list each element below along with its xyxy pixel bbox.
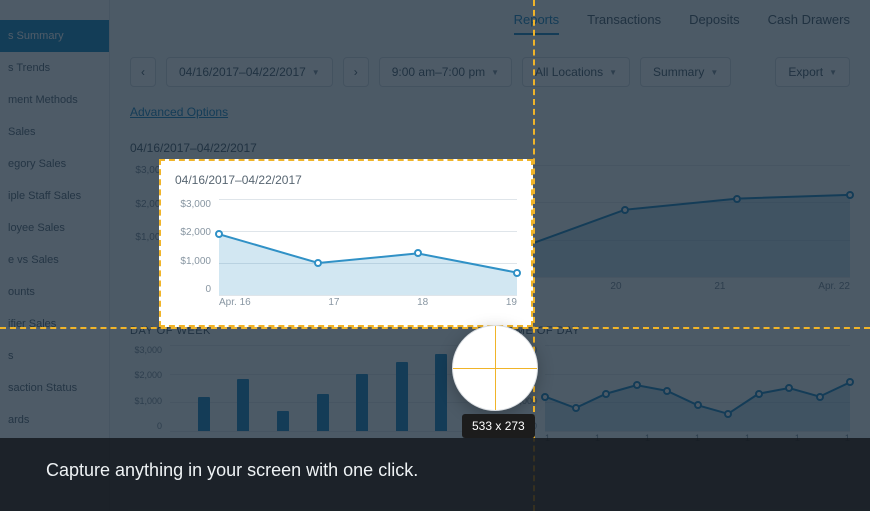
sidebar-item-trends[interactable]: s Trends	[0, 52, 109, 84]
export-button[interactable]: Export▼	[775, 57, 850, 87]
y-axis-labels: $3,000 $2,000 $1,000 0	[505, 345, 541, 431]
caption-bar: Capture anything in your screen with one…	[0, 438, 870, 511]
chart-plot-area	[170, 345, 475, 431]
chevron-left-icon: ‹	[141, 65, 145, 79]
prev-date-range-button[interactable]: ‹	[130, 57, 156, 87]
sidebar-nav: s Summary s Trends ment Methods Sales eg…	[0, 0, 110, 511]
sidebar-item-transaction-status[interactable]: saction Status	[0, 372, 109, 404]
chart-plot-area	[219, 199, 517, 295]
summary-mode-picker[interactable]: Summary▼	[640, 57, 731, 87]
tab-cash-drawers[interactable]: Cash Drawers	[768, 12, 850, 35]
location-picker[interactable]: All Locations▼	[522, 57, 630, 87]
chevron-right-icon: ›	[354, 65, 358, 79]
chart-title: 04/16/2017–04/22/2017	[175, 173, 517, 187]
filter-bar: ‹ 04/16/2017–04/22/2017▼ › 9:00 am–7:00 …	[130, 57, 850, 87]
chart-title: 04/16/2017–04/22/2017	[130, 141, 850, 155]
chevron-down-icon: ▼	[710, 68, 718, 77]
chevron-down-icon: ▼	[312, 68, 320, 77]
chart-plot-area	[545, 345, 850, 431]
chevron-down-icon: ▼	[609, 68, 617, 77]
next-date-range-button[interactable]: ›	[343, 57, 369, 87]
tab-transactions[interactable]: Transactions	[587, 12, 661, 35]
sidebar-item-discounts[interactable]: ounts	[0, 276, 109, 308]
chevron-down-icon: ▼	[491, 68, 499, 77]
chevron-down-icon: ▼	[829, 68, 837, 77]
y-axis-labels: $3,000 $2,000 $1,000 0	[175, 199, 215, 295]
capture-selection[interactable]: 04/16/2017–04/22/2017 $3,000 $2,000 $1,0…	[159, 159, 533, 327]
day-of-week-chart: DAY OF WEEK $3,000 $2,000 $1,000 0	[130, 325, 475, 445]
sidebar-item-misc[interactable]: s	[0, 340, 109, 372]
time-of-day-chart: TIME OF DAY $3,000 $2,000 $1,000 0 11	[505, 325, 850, 445]
sidebar-item-modifier-sales[interactable]: ifier Sales	[0, 308, 109, 340]
tab-reports[interactable]: Reports	[514, 12, 560, 35]
sidebar-item-employee-sales[interactable]: loyee Sales	[0, 212, 109, 244]
sidebar-item-cards[interactable]: ards	[0, 404, 109, 436]
x-axis-labels: Apr. 16171819	[219, 297, 517, 311]
time-range-picker[interactable]: 9:00 am–7:00 pm▼	[379, 57, 512, 87]
sidebar-item-category-sales[interactable]: egory Sales	[0, 148, 109, 180]
top-tabs: Reports Transactions Deposits Cash Drawe…	[130, 0, 850, 47]
chart-title: TIME OF DAY	[505, 325, 850, 337]
sidebar-item-payment-methods[interactable]: ment Methods	[0, 84, 109, 116]
tab-deposits[interactable]: Deposits	[689, 12, 740, 35]
sidebar-item-e-vs-sales[interactable]: e vs Sales	[0, 244, 109, 276]
date-range-picker[interactable]: 04/16/2017–04/22/2017▼	[166, 57, 333, 87]
sidebar-item-staff-sales[interactable]: iple Staff Sales	[0, 180, 109, 212]
caption-text: Capture anything in your screen with one…	[46, 460, 418, 480]
sidebar-item-sales[interactable]: Sales	[0, 116, 109, 148]
sidebar-item-summary[interactable]: s Summary	[0, 20, 109, 52]
advanced-options-link[interactable]: Advanced Options	[130, 105, 228, 119]
y-axis-labels: $3,000 $2,000 $1,000 0	[130, 345, 166, 431]
